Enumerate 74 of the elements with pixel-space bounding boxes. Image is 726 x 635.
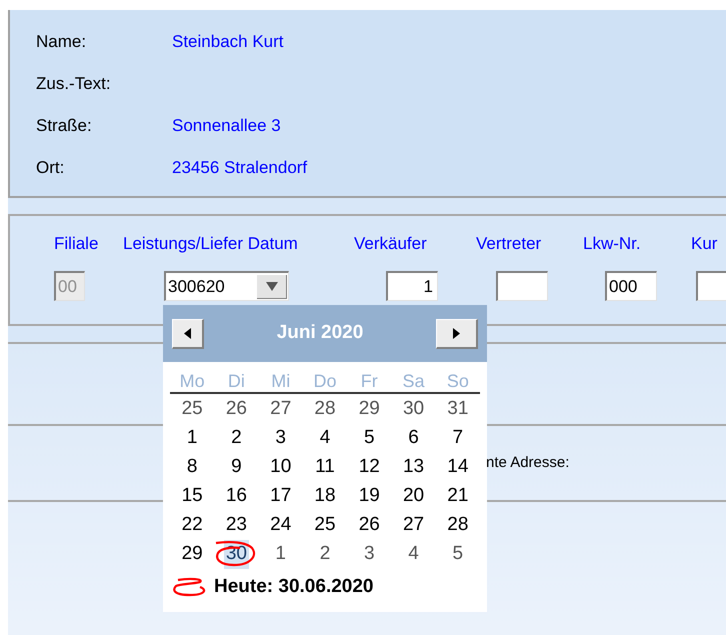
calendar-day[interactable]: 3 [273, 424, 288, 453]
calendar-day[interactable]: 20 [400, 482, 426, 511]
field-label: Verkäufer [354, 233, 427, 255]
field-label: Lkw-Nr. [583, 233, 641, 255]
field-label: Ort: [36, 157, 66, 180]
left-triangle-icon [184, 328, 191, 338]
calendar-day[interactable]: 5 [450, 540, 466, 569]
calendar-day[interactable]: 21 [445, 482, 470, 511]
field-label: Straße: [36, 115, 93, 138]
calendar-day[interactable]: 10 [268, 453, 294, 482]
calendar-day[interactable]: 12 [356, 453, 382, 482]
calendar-day[interactable]: 4 [318, 424, 332, 453]
calendar-day[interactable]: 28 [312, 395, 338, 424]
field-label: Kur [691, 233, 718, 255]
weekday-label: Mo [178, 370, 206, 393]
calendar-day[interactable]: 19 [356, 482, 382, 511]
calendar-day[interactable]: 15 [180, 482, 205, 511]
calendar-day[interactable]: 8 [184, 453, 200, 482]
date-dropdown[interactable]: 300620 [164, 271, 289, 301]
calendar-day[interactable]: 23 [224, 511, 249, 540]
field-label: Filiale [54, 233, 98, 255]
field-label: Leistungs/Liefer Datum [123, 233, 298, 255]
text-field[interactable] [696, 271, 726, 301]
number-field[interactable]: 1 [386, 271, 438, 301]
field-value: Steinbach Kurt [172, 31, 284, 54]
calendar-day[interactable]: 16 [224, 482, 249, 511]
calendar-day[interactable]: 5 [362, 424, 377, 453]
weekday-label: Di [226, 370, 246, 393]
calendar-day[interactable]: 18 [312, 482, 338, 511]
calendar-day[interactable]: 11 [313, 453, 337, 482]
weekday-label: Fr [360, 370, 379, 393]
calendar-day[interactable]: 9 [229, 453, 244, 482]
calendar-day[interactable]: 29 [180, 540, 205, 569]
previous-month-button[interactable] [172, 318, 204, 348]
field-label: Vertreter [476, 233, 542, 255]
calendar-day[interactable]: 29 [356, 395, 382, 424]
calendar-day[interactable]: 2 [229, 424, 244, 453]
field-label: nte Adresse: [486, 454, 570, 471]
calendar-day[interactable]: 6 [406, 424, 421, 453]
month-title: Juni 2020 [276, 321, 364, 346]
calendar-day[interactable]: 1 [184, 424, 200, 453]
calendar-day[interactable]: 25 [312, 511, 338, 540]
calendar-day[interactable]: 30 [400, 395, 426, 424]
field-value: 23456 Stralendorf [172, 157, 308, 180]
weekday-label: So [446, 370, 470, 393]
weekday-label: Do [312, 370, 338, 393]
right-triangle-icon [452, 328, 460, 338]
weekday-label: Mi [270, 370, 292, 393]
calendar-day[interactable]: 7 [450, 424, 466, 453]
calendar-day[interactable]: 27 [400, 511, 426, 540]
next-month-button[interactable] [436, 318, 478, 348]
dropdown-arrow-icon [266, 282, 278, 290]
text-field[interactable]: 000 [605, 271, 657, 301]
calendar-day[interactable]: 24 [268, 511, 294, 540]
weekday-label: Sa [402, 370, 426, 393]
field-value: Sonnenallee 3 [172, 115, 281, 138]
calendar-day[interactable]: 3 [362, 540, 377, 569]
today-label[interactable]: Heute: 30.06.2020 [214, 573, 374, 602]
calendar-day[interactable]: 2 [318, 540, 332, 569]
calendar-day[interactable]: 27 [268, 395, 294, 424]
text-field[interactable] [496, 271, 548, 301]
calendar-day[interactable]: 22 [180, 511, 205, 540]
calendar-day[interactable]: 25 [180, 395, 205, 424]
calendar-day[interactable]: 17 [268, 482, 294, 511]
calendar-day[interactable]: 26 [356, 511, 382, 540]
calendar-day[interactable]: 14 [445, 453, 470, 482]
field-label: Name: [36, 31, 88, 54]
calendar-day[interactable]: 31 [445, 395, 470, 424]
calendar-day[interactable]: 13 [400, 453, 426, 482]
calendar-day[interactable]: 28 [445, 511, 470, 540]
field-label: Zus.-Text: [36, 73, 112, 96]
calendar-day[interactable]: 4 [406, 540, 421, 569]
calendar-day[interactable]: 1 [273, 540, 288, 569]
calendar-day[interactable]: 26 [224, 395, 249, 424]
